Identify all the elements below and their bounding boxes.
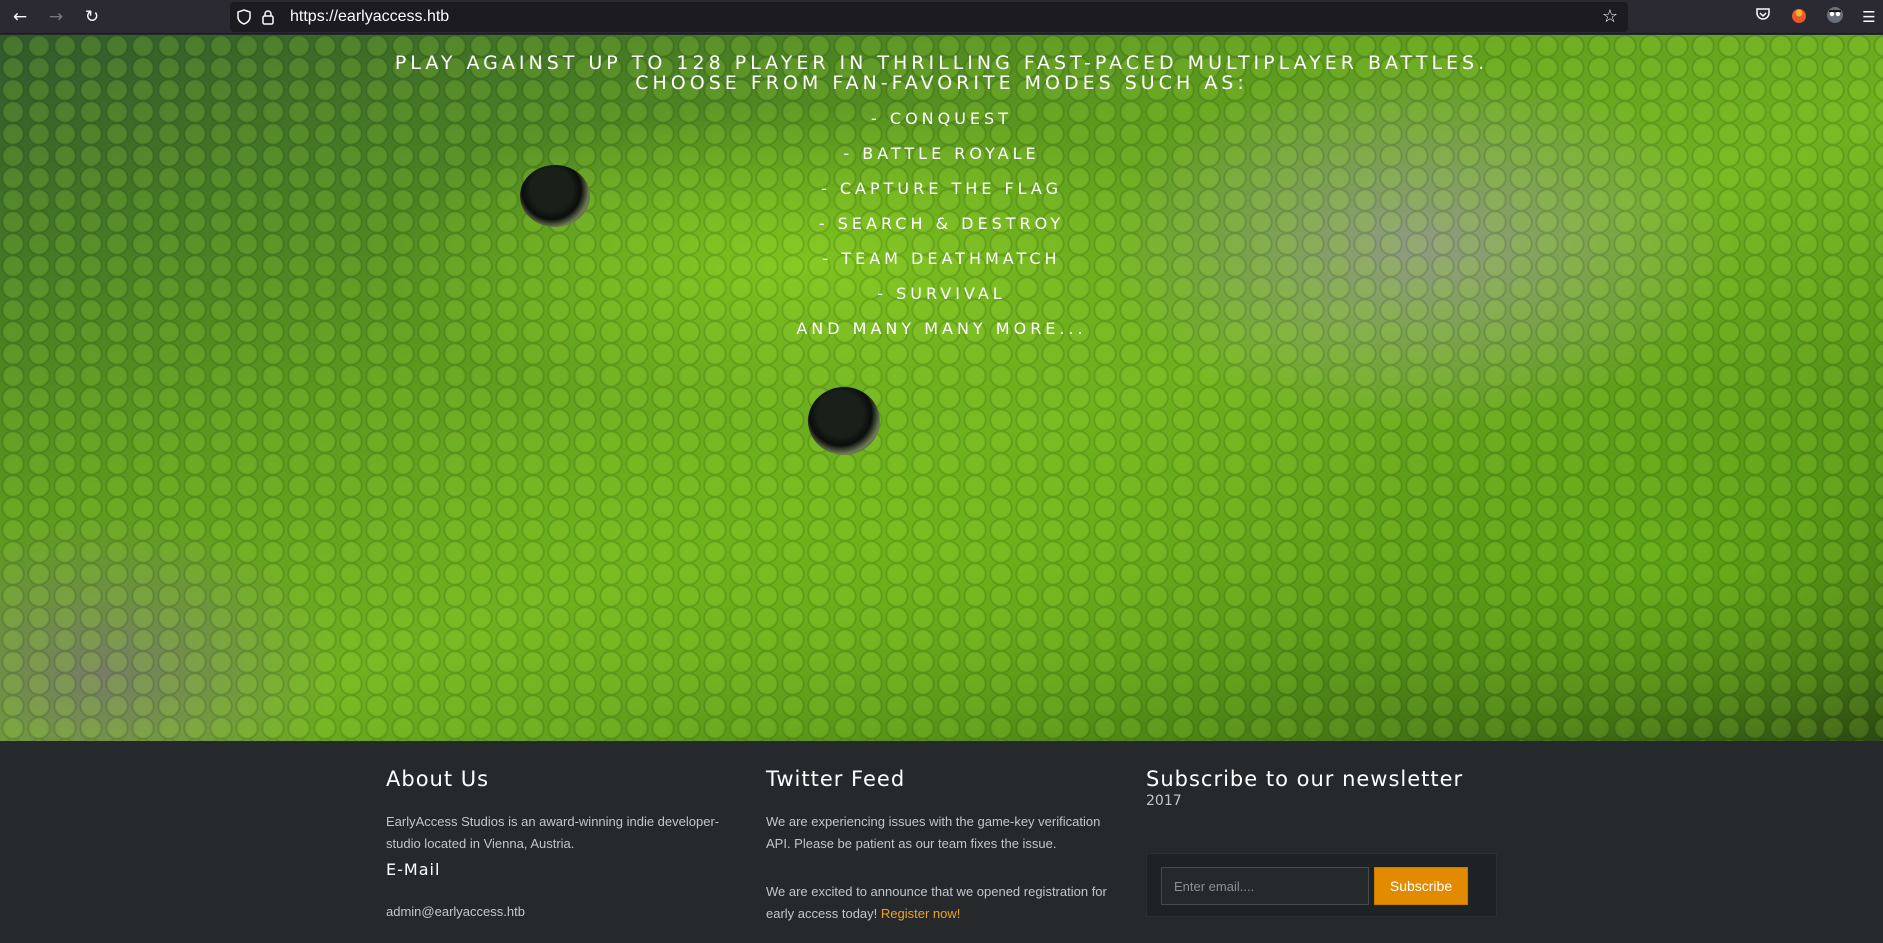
about-section: About Us EarlyAccess Studios is an award… bbox=[386, 767, 726, 923]
hero-mode-item: - SURVIVAL bbox=[877, 284, 1006, 303]
tweet-item: We are excited to announce that we opene… bbox=[766, 881, 1111, 925]
hero-text-block: PLAY AGAINST UP TO 128 PLAYER IN THRILLI… bbox=[0, 53, 1883, 354]
extension-icon[interactable] bbox=[1788, 6, 1810, 28]
email-heading: E-Mail bbox=[386, 860, 441, 879]
url-text[interactable]: https://earlyaccess.htb bbox=[290, 8, 449, 26]
browser-toolbar: ← → ↻ https://earlyaccess.htb ☆ ☰ bbox=[0, 0, 1883, 34]
twitter-feed-title: Twitter Feed bbox=[766, 767, 906, 791]
site-footer: About Us EarlyAccess Studios is an award… bbox=[0, 741, 1883, 943]
hero-mode-item: - TEAM DEATHMATCH bbox=[822, 249, 1061, 268]
newsletter-section: Subscribe to our newsletter 2017 Subscri… bbox=[1146, 767, 1506, 917]
newsletter-email-input[interactable] bbox=[1161, 867, 1369, 905]
subscribe-button[interactable]: Subscribe bbox=[1374, 867, 1468, 905]
hero-mode-item: - CAPTURE THE FLAG bbox=[821, 179, 1062, 198]
hero-mode-item: - BATTLE ROYALE bbox=[843, 144, 1040, 163]
pocket-icon[interactable] bbox=[1752, 6, 1774, 28]
profile-icon[interactable] bbox=[1824, 6, 1846, 28]
forward-arrow-icon: → bbox=[48, 7, 64, 27]
bookmark-star-icon[interactable]: ☆ bbox=[1602, 7, 1618, 27]
contact-email[interactable]: admin@earlyaccess.htb bbox=[386, 901, 726, 923]
about-title: About Us bbox=[386, 767, 490, 791]
hero-intro-line1: PLAY AGAINST UP TO 128 PLAYER IN THRILLI… bbox=[394, 52, 1489, 74]
lock-icon[interactable] bbox=[260, 9, 276, 25]
hero-intro-line2: CHOOSE FROM FAN-FAVORITE MODES SUCH AS: bbox=[635, 72, 1248, 94]
hero-mode-item: - CONQUEST bbox=[871, 109, 1012, 128]
newsletter-year: 2017 bbox=[1146, 793, 1182, 809]
back-arrow-icon: ← bbox=[12, 7, 28, 27]
snake-eye-lower bbox=[808, 387, 880, 455]
register-link[interactable]: Register now! bbox=[881, 906, 960, 921]
subscribe-form: Subscribe bbox=[1146, 853, 1497, 917]
hero-mode-item: - SEARCH & DESTROY bbox=[818, 214, 1065, 233]
url-bar[interactable]: https://earlyaccess.htb ☆ bbox=[230, 2, 1628, 32]
reload-icon: ↻ bbox=[84, 7, 100, 27]
about-text: EarlyAccess Studios is an award-winning … bbox=[386, 814, 720, 851]
hero-banner: PLAY AGAINST UP TO 128 PLAYER IN THRILLI… bbox=[0, 35, 1883, 741]
hero-outro: AND MANY MANY MORE... bbox=[796, 319, 1087, 338]
forward-button[interactable]: → bbox=[44, 5, 68, 29]
back-button[interactable]: ← bbox=[8, 5, 32, 29]
reload-button[interactable]: ↻ bbox=[80, 5, 104, 29]
twitter-feed-section: Twitter Feed We are experiencing issues … bbox=[766, 767, 1111, 925]
newsletter-title: Subscribe to our newsletter bbox=[1146, 767, 1464, 791]
shield-icon[interactable] bbox=[236, 9, 252, 25]
tweet-text: We are experiencing issues with the game… bbox=[766, 814, 1101, 851]
menu-icon[interactable]: ☰ bbox=[1858, 6, 1880, 28]
